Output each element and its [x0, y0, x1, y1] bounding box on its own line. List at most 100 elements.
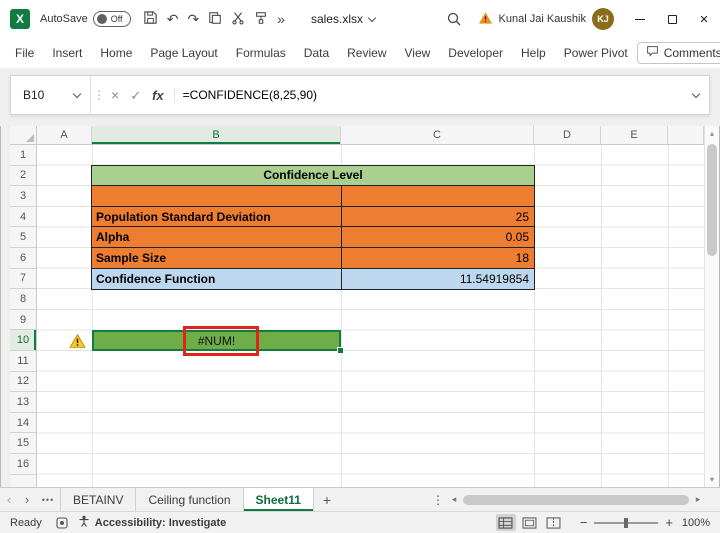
ribbon-tab-formulas[interactable]: Formulas — [227, 38, 295, 68]
row-header-2[interactable]: 2 — [10, 166, 36, 187]
horizontal-scroll-thumb[interactable] — [463, 495, 689, 505]
blank-cell[interactable] — [341, 186, 534, 206]
sheet-tab-sheet11[interactable]: Sheet11 — [244, 488, 314, 511]
tab-bar-menu-icon[interactable]: ⋮ — [428, 488, 448, 511]
table-value-cell[interactable]: 18 — [341, 248, 534, 268]
select-all-corner[interactable] — [10, 126, 37, 145]
autosave-toggle[interactable]: Off — [93, 11, 131, 27]
sheet-more-icon[interactable]: ••• — [36, 488, 60, 511]
cancel-icon[interactable]: × — [111, 88, 119, 102]
zoom-slider[interactable] — [594, 522, 658, 524]
sheet-nav-right-icon[interactable]: › — [18, 488, 36, 511]
row-header-15[interactable]: 15 — [10, 433, 36, 454]
add-sheet-button[interactable]: + — [314, 488, 340, 511]
scroll-left-icon[interactable]: ◂ — [448, 494, 460, 505]
table-label-cell[interactable]: Alpha — [92, 227, 341, 247]
row-header-16[interactable]: 16 — [10, 454, 36, 475]
accessibility-status[interactable]: Accessibility: Investigate — [78, 515, 226, 530]
file-title[interactable]: sales.xlsx — [311, 12, 375, 26]
table-value-cell[interactable]: 11.54919854 — [341, 269, 534, 290]
save-icon[interactable] — [143, 10, 158, 28]
table-value-cell[interactable]: 25 — [341, 207, 534, 227]
vertical-scrollbar[interactable]: ▴ ▾ — [704, 126, 719, 487]
sheet-tab-ceiling-function[interactable]: Ceiling function — [136, 488, 243, 511]
row-header-3[interactable]: 3 — [10, 186, 36, 207]
search-icon[interactable] — [446, 11, 462, 27]
row-header-9[interactable]: 9 — [10, 310, 36, 331]
zoom-in-icon[interactable]: + — [665, 516, 673, 529]
enter-icon[interactable]: ✓ — [130, 89, 141, 102]
cut-icon[interactable] — [231, 11, 245, 28]
ribbon-tab-file[interactable]: File — [6, 38, 43, 68]
insert-function-icon[interactable]: fx — [152, 88, 164, 103]
column-header-E[interactable]: E — [601, 126, 668, 145]
close-button[interactable]: × — [688, 0, 720, 38]
more-commands-icon[interactable]: » — [277, 12, 285, 26]
row-header-1[interactable]: 1 — [10, 145, 36, 166]
ribbon-tab-view[interactable]: View — [396, 38, 440, 68]
column-header-D[interactable]: D — [534, 126, 601, 145]
row-header-4[interactable]: 4 — [10, 207, 36, 228]
warning-icon[interactable] — [478, 11, 493, 28]
name-box[interactable]: B10 — [11, 76, 91, 114]
error-checking-button[interactable] — [68, 332, 86, 350]
blank-cell[interactable] — [92, 186, 341, 206]
format-painter-icon[interactable] — [254, 11, 268, 28]
minimize-button[interactable] — [624, 0, 656, 38]
ribbon-tab-page-layout[interactable]: Page Layout — [141, 38, 226, 68]
row-header-13[interactable]: 13 — [10, 392, 36, 413]
fill-handle[interactable] — [337, 347, 344, 354]
sheet-tab-betainv[interactable]: BETAINV — [60, 488, 136, 511]
column-header-A[interactable]: A — [37, 126, 92, 145]
table-label-cell[interactable]: Confidence Function — [92, 269, 341, 290]
column-header-B[interactable]: B — [92, 126, 341, 145]
zoom-level[interactable]: 100% — [680, 517, 710, 529]
column-header-C[interactable]: C — [341, 126, 534, 145]
row-header-7[interactable]: 7 — [10, 269, 36, 290]
redo-icon[interactable]: ↷ — [187, 12, 199, 26]
ribbon-tab-insert[interactable]: Insert — [43, 38, 91, 68]
copy-icon[interactable] — [208, 11, 222, 28]
formula-bar-expand-button[interactable] — [683, 94, 709, 97]
zoom-out-icon[interactable]: − — [580, 516, 588, 529]
comments-button[interactable]: Comments — [637, 42, 720, 64]
ribbon-tab-power-pivot[interactable]: Power Pivot — [555, 38, 637, 68]
undo-icon[interactable]: ↶ — [167, 12, 179, 26]
formula-input[interactable]: =CONFIDENCE(8,25,90) — [175, 88, 683, 102]
maximize-button[interactable] — [656, 0, 688, 38]
table-title-cell[interactable]: Confidence Level — [92, 166, 534, 186]
table-label-cell[interactable]: Sample Size — [92, 248, 341, 268]
ribbon-tab-review[interactable]: Review — [338, 38, 395, 68]
avatar[interactable]: KJ — [592, 8, 614, 30]
row-header-10[interactable]: 10 — [10, 330, 36, 351]
view-normal-button[interactable] — [496, 514, 516, 531]
vertical-scroll-thumb[interactable] — [707, 144, 717, 256]
name-box-chevron-icon[interactable] — [73, 89, 81, 97]
row-header-14[interactable]: 14 — [10, 413, 36, 434]
scroll-up-icon[interactable]: ▴ — [705, 129, 719, 138]
record-macro-icon[interactable] — [56, 517, 68, 529]
row-header-5[interactable]: 5 — [10, 227, 36, 248]
ribbon-tab-help[interactable]: Help — [512, 38, 555, 68]
ribbon-tab-home[interactable]: Home — [91, 38, 141, 68]
table-label-cell[interactable]: Population Standard Deviation — [92, 207, 341, 227]
row-header-11[interactable]: 11 — [10, 351, 36, 372]
ribbon-tab-developer[interactable]: Developer — [439, 38, 512, 68]
horizontal-scroll-track[interactable] — [460, 494, 692, 506]
row-header-8[interactable]: 8 — [10, 289, 36, 310]
horizontal-scrollbar[interactable]: ◂ ▸ — [448, 488, 704, 511]
row-header-6[interactable]: 6 — [10, 248, 36, 269]
sheet-nav-left-icon[interactable]: ‹ — [0, 488, 18, 511]
title-bar-right: Kunal Jai Kaushik KJ × — [446, 0, 720, 38]
cells-area[interactable]: Confidence Level Population Standard Devi… — [37, 145, 704, 487]
view-page-layout-button[interactable] — [520, 514, 540, 531]
scroll-down-icon[interactable]: ▾ — [705, 475, 719, 484]
column-header-partial[interactable] — [668, 126, 704, 145]
table-value-cell[interactable]: 0.05 — [341, 227, 534, 247]
ribbon-tab-data[interactable]: Data — [295, 38, 338, 68]
zoom-slider-thumb[interactable] — [624, 518, 628, 528]
scroll-right-icon[interactable]: ▸ — [692, 494, 704, 505]
account-area[interactable]: Kunal Jai Kaushik KJ — [478, 8, 614, 30]
row-header-12[interactable]: 12 — [10, 372, 36, 393]
view-page-break-button[interactable] — [544, 514, 564, 531]
